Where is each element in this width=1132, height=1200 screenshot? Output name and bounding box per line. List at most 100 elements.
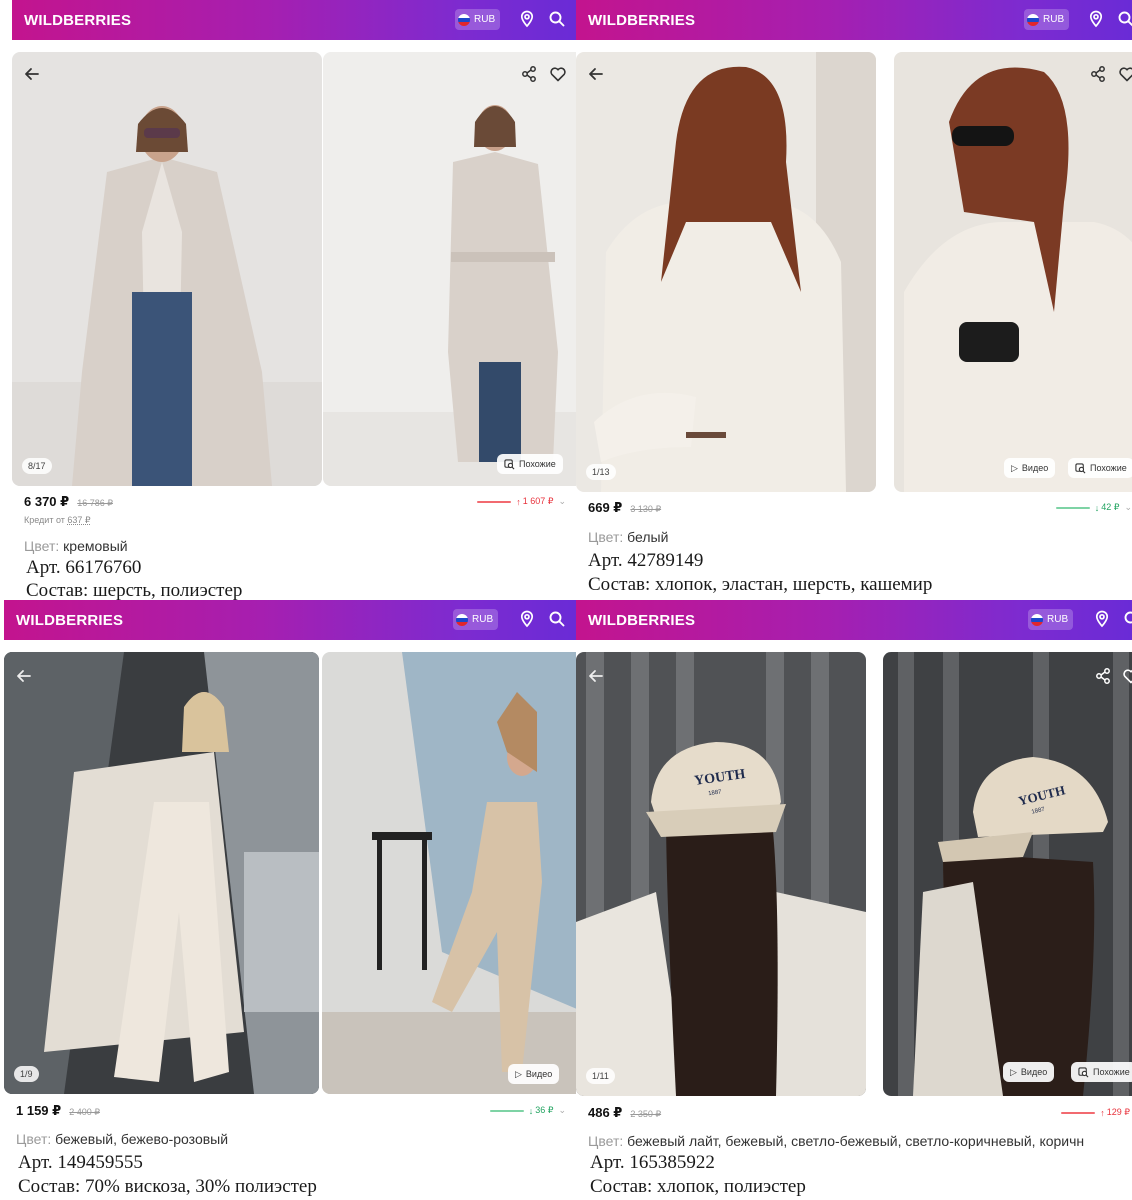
location-pin-icon[interactable] [1092,609,1112,629]
old-price: 3 130 ₽ [630,504,662,514]
product-photo-main[interactable]: 1/13 [576,52,876,492]
video-button[interactable]: ▷ Видео [508,1064,560,1084]
search-icon[interactable] [1116,9,1132,29]
photo-counter: 1/9 [14,1066,39,1082]
currency-label: RUB [1043,14,1065,25]
product-photo-main[interactable]: 1/9 [4,652,319,1094]
location-pin-icon[interactable] [517,609,537,629]
similar-label: Похожие [1090,463,1127,473]
wildberries-logo[interactable]: WILDBERRIES [588,12,695,29]
top-bar: WILDBERRIES RUB [4,600,576,640]
credit-value: 637 ₽ [67,515,91,525]
article-number: Арт. 66176760 [26,557,142,578]
price: 6 370 ₽ [24,494,70,509]
color-label: Цвет: [16,1131,52,1147]
location-pin-icon[interactable] [1086,9,1106,29]
price-trend[interactable]: ↑ 1 607 ₽ ⌄ [477,496,566,507]
price-trend[interactable]: ↓ 42 ₽ ⌄ [1055,502,1132,513]
wildberries-logo[interactable]: WILDBERRIES [588,612,695,629]
old-price: 2 400 ₽ [69,1107,100,1117]
search-icon[interactable] [1122,609,1132,629]
chevron-down-icon: ⌄ [558,496,566,506]
photo-counter: 1/11 [586,1068,615,1084]
favorite-heart-icon[interactable] [1117,64,1132,84]
product-photo-second[interactable]: ▷ Видео [322,652,576,1094]
product-photo-main[interactable]: 8/17 [12,52,322,486]
favorite-heart-icon[interactable] [1121,666,1132,686]
search-icon[interactable] [547,9,567,29]
top-bar: WILDBERRIES RUB [576,0,1132,40]
trend-line [1061,1111,1096,1114]
photo-counter: 1/13 [586,464,616,480]
product-photo-main[interactable]: YOUTH 1887 1/11 [576,652,866,1096]
share-icon[interactable] [1093,666,1113,686]
product-panel-3: WILDBERRIES RUB 1/9 ▷ Видео 1 159 ₽ 2 40… [4,600,576,1200]
composition: Состав: 70% вискоза, 30% полиэстер [18,1176,317,1197]
color-label: Цвет: [588,1133,624,1149]
color-label: Цвет: [588,529,624,545]
video-label: Видео [525,1069,553,1079]
product-panel-1: WILDBERRIES RUB 8/17 Похожие 6 370 ₽ 16 … [12,0,576,600]
trend-line [477,500,512,503]
currency-selector[interactable]: RUB [455,9,501,30]
trend-arrow: ↑ [516,496,521,507]
share-icon[interactable] [519,64,539,84]
product-photo-second[interactable]: Похожие [323,52,576,486]
favorite-heart-icon[interactable] [548,64,568,84]
back-arrow-icon[interactable] [14,666,34,686]
price-trend[interactable]: ↑ 129 ₽ [1061,1107,1130,1118]
back-arrow-icon[interactable] [586,666,606,686]
price-trend[interactable]: ↓ 36 ₽ ⌄ [489,1105,566,1116]
chevron-down-icon: ⌄ [1124,502,1132,512]
color-info: Цвет: белый [588,529,668,545]
color-value: белый [627,529,669,545]
color-value: бежевый, бежево-розовый [55,1131,229,1147]
currency-label: RUB [474,14,496,25]
wildberries-logo[interactable]: WILDBERRIES [24,12,131,29]
trend-arrow: ↓ [528,1105,534,1116]
currency-selector[interactable]: RUB [1024,9,1070,30]
similar-button[interactable]: Похожие [497,454,563,474]
color-info: Цвет: бежевый лайт, бежевый, светло-беже… [588,1133,1084,1149]
trend-value: 42 ₽ [1101,502,1120,512]
back-arrow-icon[interactable] [22,64,42,84]
trend-value: 1 607 ₽ [522,496,554,506]
beige-outfit-photo [322,652,576,1094]
similar-search-icon [1075,462,1086,473]
old-price: 16 786 ₽ [77,498,113,508]
product-photo-second[interactable]: ▷ Видео Похожие [894,52,1132,492]
currency-label: RUB [1047,614,1069,625]
price: 669 ₽ [588,500,623,515]
article-number: Арт. 165385922 [590,1152,715,1173]
location-pin-icon[interactable] [517,9,537,29]
product-photo-second[interactable]: YOUTH 1887 ▷ Видео Похожие [883,652,1132,1096]
product-panel-2: WILDBERRIES RUB 1/13 ▷ Видео Похожие 669… [576,0,1132,600]
product-panel-4: WILDBERRIES RUB YOUTH 1887 1/11 YOUTH 18… [576,600,1132,1200]
similar-button[interactable]: Похожие [1068,458,1132,478]
cap-side-photo: YOUTH 1887 [883,652,1132,1096]
article-number: Арт. 42789149 [588,550,704,571]
similar-button[interactable]: Похожие [1071,1062,1132,1082]
trousers-coat-photo [4,652,319,1094]
similar-search-icon [1078,1066,1089,1077]
share-icon[interactable] [1088,64,1108,84]
currency-selector[interactable]: RUB [1028,609,1074,630]
coat-photo [12,52,322,486]
video-label: Видео [1021,463,1049,473]
price-row: 6 370 ₽ 16 786 ₽ [24,494,113,510]
currency-selector[interactable]: RUB [453,609,499,630]
composition: Состав: хлопок, эластан, шерсть, кашемир [588,574,933,595]
wildberries-logo[interactable]: WILDBERRIES [16,612,123,629]
price-row: 669 ₽ 3 130 ₽ [588,500,661,516]
russia-flag-icon [458,13,470,26]
search-icon[interactable] [547,609,567,629]
article-number: Арт. 149459555 [18,1152,143,1173]
video-button[interactable]: ▷ Видео [1004,458,1056,478]
coat-belted-photo [323,52,576,486]
top-bar: WILDBERRIES RUB [12,0,576,40]
video-button[interactable]: ▷ Видео [1003,1062,1055,1082]
play-icon: ▷ [515,1068,522,1079]
credit-info[interactable]: Кредит от 637 ₽ [24,515,91,526]
back-arrow-icon[interactable] [586,64,606,84]
price-row: 1 159 ₽ 2 400 ₽ [16,1103,100,1119]
